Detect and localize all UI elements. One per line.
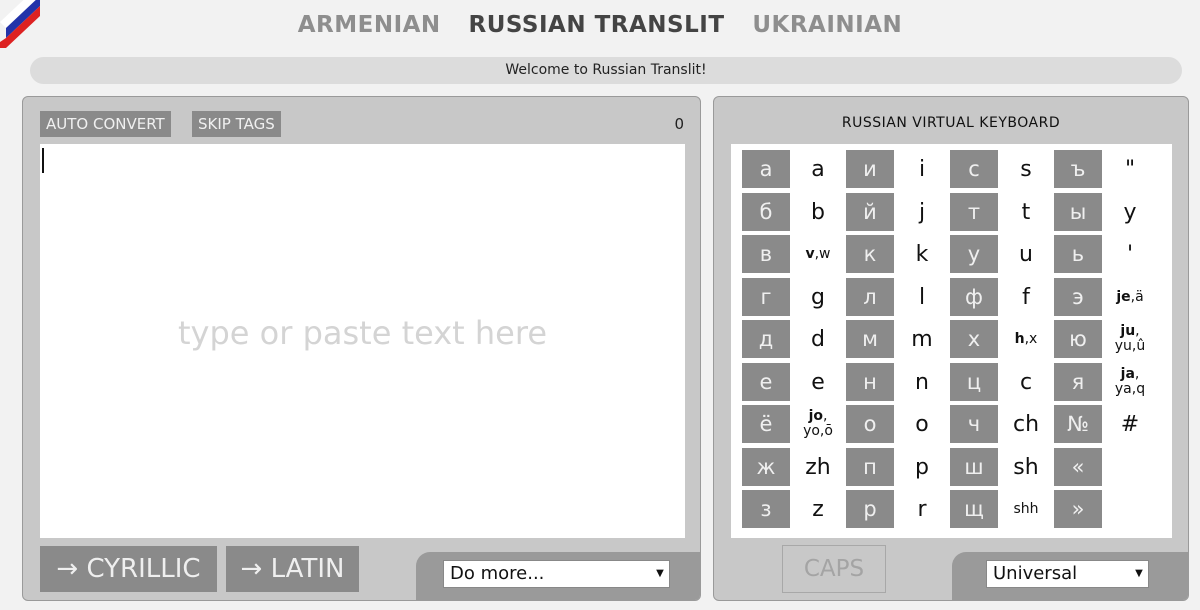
more-options-strip: Do more... ▼ [416, 552, 700, 600]
key-latin-hint[interactable]: f [1002, 278, 1050, 316]
key-cyrillic[interactable]: № [1054, 405, 1102, 443]
key-cyrillic[interactable]: ш [950, 448, 998, 486]
key-cyrillic[interactable]: м [846, 320, 894, 358]
key-cyrillic[interactable]: ц [950, 363, 998, 401]
key-cyrillic[interactable]: х [950, 320, 998, 358]
key-cyrillic[interactable]: п [846, 448, 894, 486]
language-nav: ARMENIAN RUSSIAN TRANSLIT UKRAINIAN [0, 12, 1200, 38]
key-latin-hint[interactable]: " [1106, 150, 1154, 188]
key-cyrillic[interactable]: б [742, 193, 790, 231]
key-cyrillic[interactable]: к [846, 235, 894, 273]
key-cyrillic[interactable]: ь [1054, 235, 1102, 273]
key-latin-hint[interactable]: # [1106, 405, 1154, 443]
character-counter: 0 [674, 115, 684, 133]
key-cyrillic[interactable]: з [742, 490, 790, 528]
key-latin-hint[interactable]: l [898, 278, 946, 316]
key-cyrillic[interactable]: н [846, 363, 894, 401]
key-latin-hint[interactable]: d [794, 320, 842, 358]
key-cyrillic[interactable]: ю [1054, 320, 1102, 358]
key-latin-hint[interactable]: m [898, 320, 946, 358]
key-cyrillic[interactable]: ж [742, 448, 790, 486]
keyboard-title: RUSSIAN VIRTUAL KEYBOARD [841, 115, 1061, 131]
virtual-keyboard: а a б b в v,w г g д d е e ё jo, yo,ō ж zh з z и i й j к k л l м m н n о… [731, 144, 1172, 538]
key-latin-hint[interactable]: j [898, 193, 946, 231]
welcome-banner: Welcome to Russian Translit! [30, 57, 1182, 84]
key-cyrillic[interactable]: ъ [1054, 150, 1102, 188]
keyboard-mode-value: Universal [993, 563, 1078, 584]
skip-tags-button[interactable]: SKIP TAGS [192, 111, 281, 137]
key-latin-hint[interactable]: ju, yu,û [1106, 320, 1154, 358]
key-cyrillic[interactable]: л [846, 278, 894, 316]
text-placeholder: type or paste text here [178, 314, 547, 352]
key-cyrillic[interactable]: с [950, 150, 998, 188]
key-latin-hint[interactable]: z [794, 490, 842, 528]
key-latin-hint[interactable]: o [898, 405, 946, 443]
key-latin-hint[interactable]: ' [1106, 235, 1154, 273]
key-latin-hint[interactable]: shh [1002, 490, 1050, 528]
key-cyrillic[interactable]: т [950, 193, 998, 231]
key-cyrillic[interactable]: р [846, 490, 894, 528]
key-cyrillic[interactable]: е [742, 363, 790, 401]
key-latin-hint[interactable]: jo, yo,ō [794, 405, 842, 443]
key-latin-hint[interactable]: je,ä [1106, 278, 1154, 316]
key-latin-hint[interactable]: p [898, 448, 946, 486]
key-cyrillic[interactable]: щ [950, 490, 998, 528]
keyboard-panel: RUSSIAN VIRTUAL KEYBOARD а a б b в v,w г g д d е e ё… [713, 96, 1189, 601]
chevron-down-icon: ▼ [656, 568, 664, 579]
key-cyrillic[interactable]: г [742, 278, 790, 316]
key-latin-hint[interactable]: n [898, 363, 946, 401]
key-cyrillic[interactable]: о [846, 405, 894, 443]
key-latin-hint[interactable]: a [794, 150, 842, 188]
to-latin-button[interactable]: → LATIN [226, 546, 359, 592]
editor-panel: AUTO CONVERT SKIP TAGS 0 type or paste t… [22, 96, 701, 601]
auto-convert-button[interactable]: AUTO CONVERT [40, 111, 171, 137]
key-latin-hint[interactable] [1106, 448, 1154, 486]
key-cyrillic[interactable]: » [1054, 490, 1102, 528]
key-latin-hint[interactable]: v,w [794, 235, 842, 273]
key-latin-hint[interactable]: sh [1002, 448, 1050, 486]
key-latin-hint[interactable]: g [794, 278, 842, 316]
key-latin-hint[interactable]: c [1002, 363, 1050, 401]
key-latin-hint[interactable]: s [1002, 150, 1050, 188]
key-latin-hint[interactable] [1106, 490, 1154, 528]
key-latin-hint[interactable]: b [794, 193, 842, 231]
key-cyrillic[interactable]: й [846, 193, 894, 231]
text-input-area[interactable]: type or paste text here [40, 144, 685, 538]
key-latin-hint[interactable]: k [898, 235, 946, 273]
key-cyrillic[interactable]: ф [950, 278, 998, 316]
key-cyrillic[interactable]: я [1054, 363, 1102, 401]
mode-strip: Universal ▼ [952, 552, 1188, 600]
key-cyrillic[interactable]: « [1054, 448, 1102, 486]
more-options-select[interactable]: Do more... ▼ [443, 560, 670, 588]
key-latin-hint[interactable]: zh [794, 448, 842, 486]
key-cyrillic[interactable]: в [742, 235, 790, 273]
key-cyrillic[interactable]: ы [1054, 193, 1102, 231]
key-cyrillic[interactable]: у [950, 235, 998, 273]
key-latin-hint[interactable]: i [898, 150, 946, 188]
more-options-value: Do more... [450, 563, 545, 584]
to-cyrillic-button[interactable]: → CYRILLIC [40, 546, 217, 592]
key-latin-hint[interactable]: h,x [1002, 320, 1050, 358]
key-latin-hint[interactable]: t [1002, 193, 1050, 231]
key-latin-hint[interactable]: ja, ya,q [1106, 363, 1154, 401]
nav-ukrainian[interactable]: UKRAINIAN [752, 12, 902, 38]
nav-armenian[interactable]: ARMENIAN [298, 12, 441, 38]
key-latin-hint[interactable]: e [794, 363, 842, 401]
key-cyrillic[interactable]: ё [742, 405, 790, 443]
key-latin-hint[interactable]: y [1106, 193, 1154, 231]
key-latin-hint[interactable]: u [1002, 235, 1050, 273]
key-cyrillic[interactable]: д [742, 320, 790, 358]
key-latin-hint[interactable]: ch [1002, 405, 1050, 443]
key-cyrillic[interactable]: э [1054, 278, 1102, 316]
chevron-down-icon: ▼ [1135, 568, 1143, 579]
text-caret [42, 148, 44, 173]
keyboard-mode-select[interactable]: Universal ▼ [986, 560, 1149, 588]
key-cyrillic[interactable]: ч [950, 405, 998, 443]
key-latin-hint[interactable]: r [898, 490, 946, 528]
nav-russian-translit[interactable]: RUSSIAN TRANSLIT [469, 12, 725, 38]
key-cyrillic[interactable]: и [846, 150, 894, 188]
key-cyrillic[interactable]: а [742, 150, 790, 188]
caps-button[interactable]: CAPS [782, 545, 886, 593]
